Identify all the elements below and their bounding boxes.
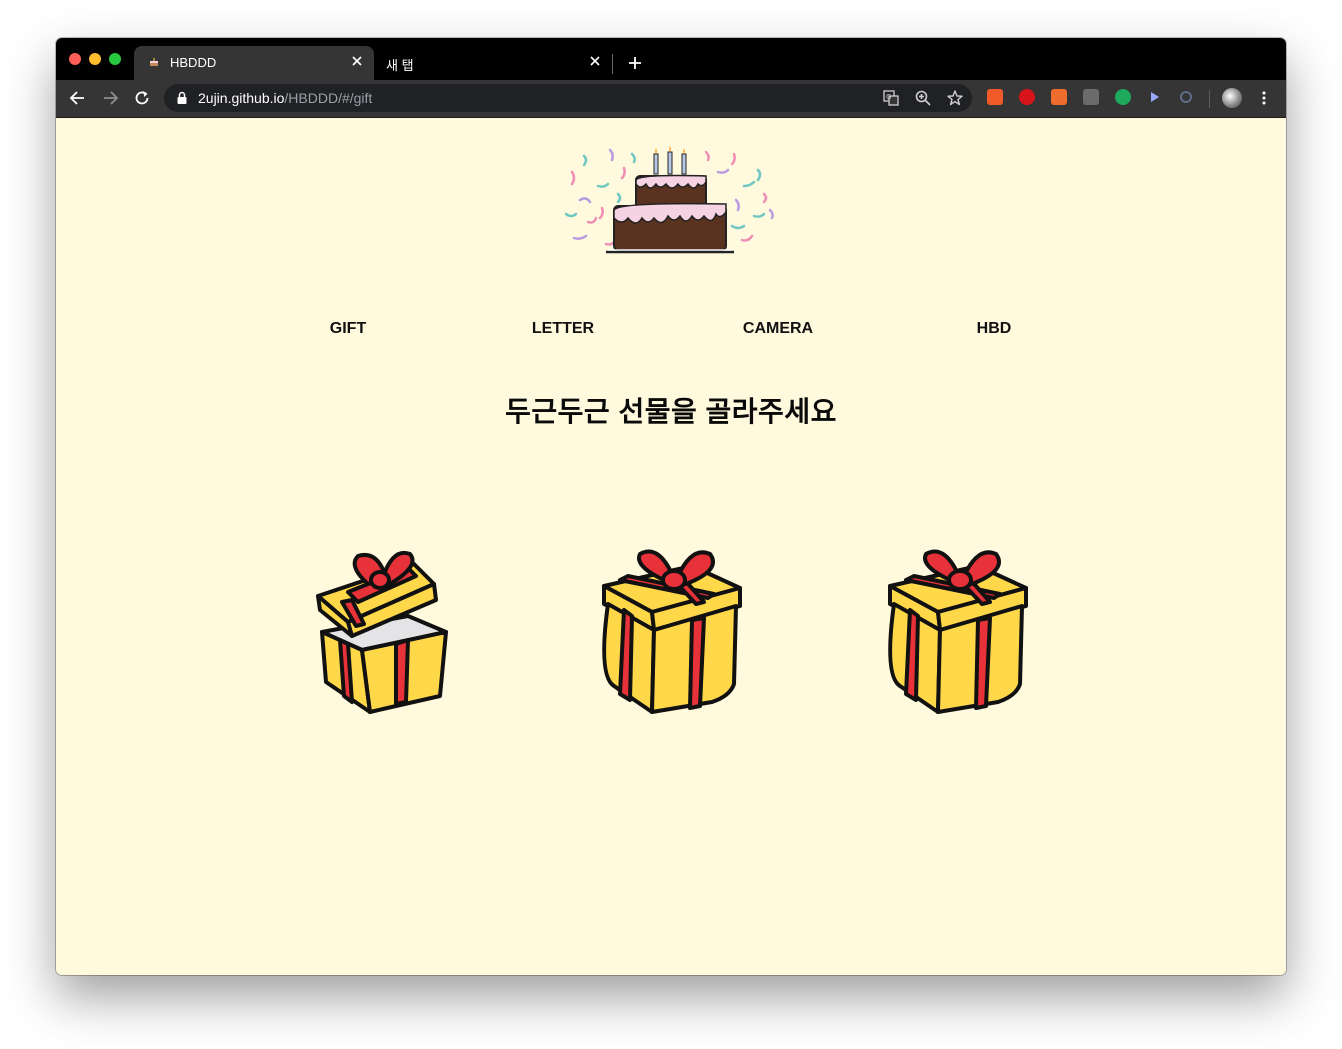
nav-letter[interactable]: LETTER <box>503 320 623 338</box>
bookmark-star-icon[interactable] <box>946 89 964 107</box>
close-tab-icon[interactable] <box>350 54 364 68</box>
ex-extension-icon[interactable] <box>987 89 1003 105</box>
translate-icon[interactable]: G <box>882 89 900 107</box>
close-window-button[interactable] <box>69 53 81 65</box>
profile-avatar[interactable] <box>1222 88 1242 108</box>
forward-arrow-icon[interactable] <box>100 88 120 108</box>
minimize-window-button[interactable] <box>89 53 101 65</box>
svg-text:G: G <box>886 93 891 101</box>
reload-icon[interactable] <box>132 88 152 108</box>
nav-gift[interactable]: GIFT <box>288 320 408 338</box>
cake-favicon-icon <box>150 58 158 66</box>
tab-hbddd[interactable]: HBDDD <box>134 46 374 80</box>
back-arrow-icon[interactable] <box>68 88 88 108</box>
tab-title: 새 탭 <box>386 58 414 73</box>
tab-new[interactable]: 새 탭 <box>374 46 612 80</box>
adblock-icon[interactable] <box>1019 89 1035 105</box>
zoom-icon[interactable] <box>914 89 932 107</box>
toolbar-divider <box>1209 90 1210 108</box>
tab-strip: HBDDD 새 탭 <box>56 38 1286 80</box>
gift-box-closed[interactable] <box>592 546 752 718</box>
address-bar[interactable]: 2ujin.github.io/HBDDD/#/gift G <box>164 84 972 112</box>
recycle-extension-icon[interactable] <box>1178 89 1194 105</box>
url-host: 2ujin.github.io <box>198 90 285 106</box>
new-tab-plus-icon[interactable] <box>626 54 644 72</box>
nav-camera[interactable]: CAMERA <box>718 320 838 338</box>
gift-box-closed[interactable] <box>878 546 1038 718</box>
evernote-icon[interactable] <box>1115 89 1131 105</box>
browser-window: HBDDD 새 탭 2ujin.github.io/HBDDD/#/gift G… <box>56 38 1286 975</box>
layout-extension-icon[interactable] <box>1051 89 1067 105</box>
url-path: /HBDDD/#/gift <box>284 90 373 106</box>
page-heading: 두근두근 선물을 골라주세요 <box>505 396 837 427</box>
gift-box-open[interactable] <box>312 546 472 718</box>
browser-toolbar: 2ujin.github.io/HBDDD/#/gift G <box>56 80 1286 118</box>
i-extension-icon[interactable] <box>1083 89 1099 105</box>
lock-icon <box>177 91 187 104</box>
close-tab-icon[interactable] <box>588 54 602 68</box>
url-text: 2ujin.github.io/HBDDD/#/gift <box>198 90 372 106</box>
tab-title: HBDDD <box>170 55 217 70</box>
cursor-extension-icon[interactable] <box>1147 89 1163 105</box>
nav-hbd[interactable]: HBD <box>934 320 1054 338</box>
birthday-cake-illustration <box>564 146 774 254</box>
menu-kebab-icon[interactable] <box>1256 90 1272 106</box>
maximize-window-button[interactable] <box>109 53 121 65</box>
page-content: GIFT LETTER CAMERA HBD 두근두근 선물을 골라주세요 <box>56 118 1286 975</box>
tab-divider <box>612 54 613 74</box>
